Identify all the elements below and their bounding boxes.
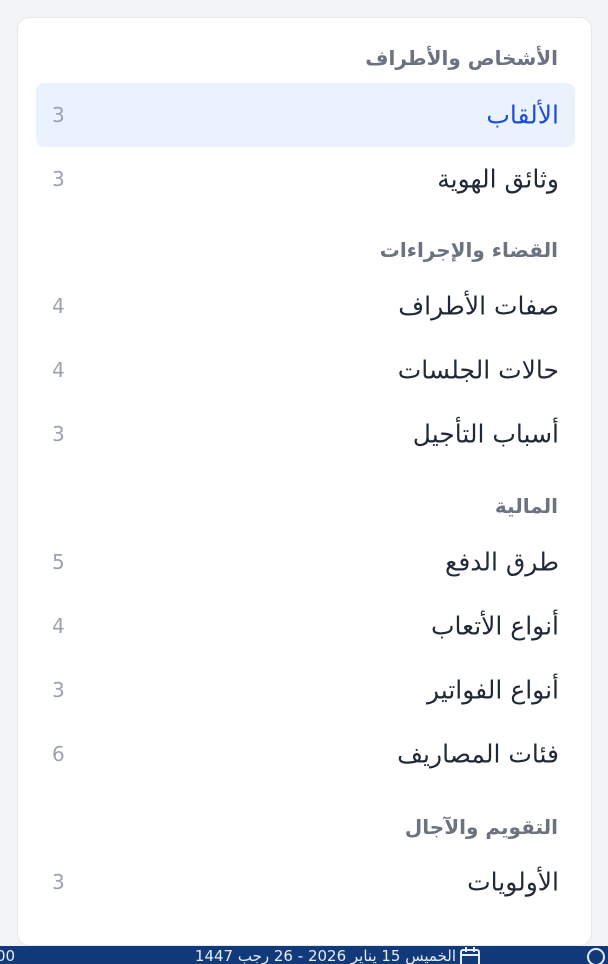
list-item-count: 3 xyxy=(52,167,65,191)
list-item-label: صفات الأطراف xyxy=(398,291,559,321)
list-item-id-documents[interactable]: وثائق الهوية 3 xyxy=(36,147,575,211)
list-item-invoice-types[interactable]: أنواع الفواتير 3 xyxy=(36,658,575,722)
list-item-label: أسباب التأجيل xyxy=(412,419,559,449)
list-item-label: أنواع الأتعاب xyxy=(430,611,559,641)
group-header-people-parties: الأشخاص والأطراف xyxy=(365,46,558,70)
list-item-label: أنواع الفواتير xyxy=(427,675,559,705)
group-header-judiciary-procedures: القضاء والإجراءات xyxy=(379,238,558,262)
list-item-expense-categories[interactable]: فئات المصاريف 6 xyxy=(36,722,575,786)
clock-icon xyxy=(586,947,606,964)
status-bar-date: الخميس 15 يناير 2026 - 26 رجب 1447 xyxy=(194,947,456,964)
list-item-count: 4 xyxy=(52,614,65,638)
group-header-calendar-deadlines: التقويم والآجال xyxy=(404,815,558,839)
calendar-icon xyxy=(459,947,481,964)
page: الأشخاص والأطراف الألقاب 3 وثائق الهوية … xyxy=(0,0,608,964)
list-item-count: 3 xyxy=(52,678,65,702)
list-item-label: الأولويات xyxy=(467,867,559,897)
status-bar: 00 الخميس 15 يناير 2026 - 26 رجب 1447 xyxy=(0,946,608,964)
list-item-label: وثائق الهوية xyxy=(437,164,559,194)
list-item-party-roles[interactable]: صفات الأطراف 4 xyxy=(36,274,575,338)
list-item-session-statuses[interactable]: حالات الجلسات 4 xyxy=(36,338,575,402)
list-item-count: 3 xyxy=(52,103,65,127)
list-item-label: فئات المصاريف xyxy=(397,739,559,769)
group-header-finance: المالية xyxy=(494,494,558,518)
list-item-count: 3 xyxy=(52,422,65,446)
list-item-count: 4 xyxy=(52,294,65,318)
list-item-count: 3 xyxy=(52,870,65,894)
status-bar-time: 00 xyxy=(0,947,16,964)
list-item-count: 5 xyxy=(52,550,65,574)
list-item-fee-types[interactable]: أنواع الأتعاب 4 xyxy=(36,594,575,658)
list-item-postponement-reasons[interactable]: أسباب التأجيل 3 xyxy=(36,402,575,466)
list-item-label: طرق الدفع xyxy=(445,547,559,577)
list-item-payment-methods[interactable]: طرق الدفع 5 xyxy=(36,530,575,594)
list-item-priorities[interactable]: الأولويات 3 xyxy=(36,850,575,914)
list-item-label: حالات الجلسات xyxy=(397,355,559,385)
lookup-categories-panel: الأشخاص والأطراف الألقاب 3 وثائق الهوية … xyxy=(17,17,592,946)
list-item-titles[interactable]: الألقاب 3 xyxy=(36,83,575,147)
list-item-count: 4 xyxy=(52,358,65,382)
list-item-count: 6 xyxy=(52,742,65,766)
list-item-label: الألقاب xyxy=(486,100,559,130)
